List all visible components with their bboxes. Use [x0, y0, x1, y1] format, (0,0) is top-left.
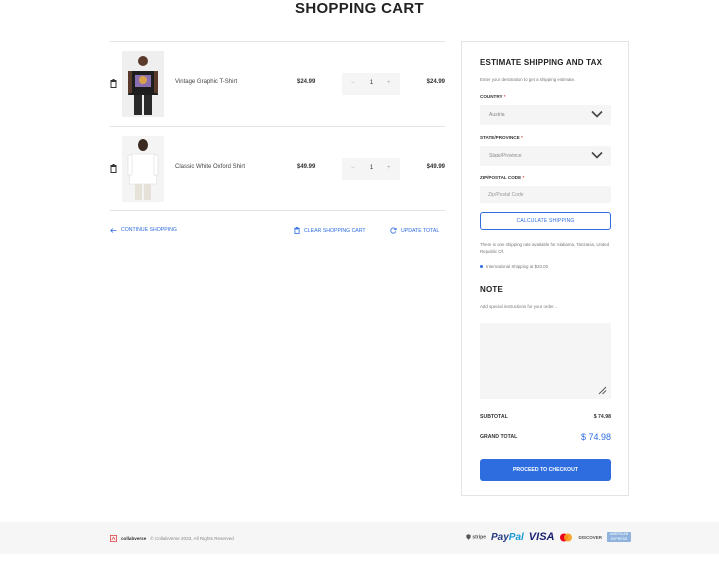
cart-table: Vintage Graphic T-Shirt $24.99 − 1 + $24… — [110, 41, 445, 211]
stripe-logo: stripe — [466, 534, 486, 540]
qty-value[interactable]: 1 — [369, 165, 374, 171]
continue-shopping-link[interactable]: CONTINUE SHOPPING — [110, 227, 177, 233]
grand-total-row: GRAND TOTAL $ 74.98 — [480, 432, 611, 442]
qty-minus-button[interactable]: − — [351, 80, 355, 86]
state-label: STATE/PROVINCE * — [480, 135, 523, 140]
quantity-stepper: − 1 + — [342, 73, 400, 95]
brand-name[interactable]: collabverse — [121, 536, 146, 541]
arrow-left-icon — [110, 227, 117, 233]
proceed-to-checkout-button[interactable]: PROCEED TO CHECKOUT — [480, 459, 611, 481]
country-value: Austria — [489, 112, 505, 118]
required-marker: * — [520, 135, 523, 140]
calculate-shipping-button[interactable]: CALCULATE SHIPPING — [480, 212, 611, 230]
qty-minus-button[interactable]: − — [351, 165, 355, 171]
subtotal-row: SUBTOTAL $ 74.98 — [480, 414, 611, 420]
page-title: SHOPPING CART — [295, 0, 424, 17]
qty-value[interactable]: 1 — [369, 80, 374, 86]
shipping-title: ESTIMATE SHIPPING AND TAX — [480, 58, 603, 67]
footer-brand: collabverse © CollabVerse 2023, All Righ… — [110, 535, 234, 542]
product-image[interactable] — [122, 136, 164, 202]
paypal-logo: PayPal — [490, 531, 524, 543]
refresh-icon — [390, 227, 397, 234]
update-total-button[interactable]: UPDATE TOTAL — [390, 227, 439, 234]
grand-total-value: $ 74.98 — [580, 432, 611, 442]
update-total-label: UPDATE TOTAL — [401, 227, 440, 234]
copyright-text: © CollabVerse 2023, All Rights Reserved — [150, 536, 234, 541]
product-price: $49.99 — [297, 164, 316, 170]
required-marker: * — [522, 175, 525, 180]
chevron-down-icon — [591, 151, 603, 159]
shipping-rate-item: International Shipping at $20.00 — [480, 264, 611, 269]
order-note-textarea[interactable] — [480, 323, 611, 399]
zip-input[interactable]: Zip/Postal Code — [480, 186, 611, 203]
line-total: $24.99 — [426, 79, 445, 85]
resize-grip-icon[interactable] — [598, 386, 607, 395]
required-marker: * — [503, 94, 506, 99]
shield-icon — [466, 534, 471, 540]
state-select[interactable]: State/Province — [480, 146, 611, 166]
product-price: $24.99 — [297, 79, 316, 85]
visa-logo: VISA — [528, 531, 555, 543]
order-summary-panel: ESTIMATE SHIPPING AND TAX Enter your des… — [461, 41, 629, 496]
subtotal-value: $ 74.98 — [593, 414, 611, 420]
trash-icon[interactable] — [110, 164, 117, 173]
clear-cart-label: CLEAR SHOPPING CART — [304, 227, 366, 234]
shipping-subtitle: Enter your destination to get a shipping… — [480, 77, 576, 82]
state-value: State/Province — [489, 153, 522, 159]
shipping-rate-note: There is one shipping rate available for… — [480, 242, 610, 254]
trash-icon[interactable] — [110, 79, 117, 88]
note-title: NOTE — [480, 285, 504, 294]
payment-methods: stripe PayPal VISA DISCOVER AMERICAN EXP… — [466, 531, 631, 543]
subtotal-label: SUBTOTAL — [480, 414, 508, 420]
qty-plus-button[interactable]: + — [387, 80, 391, 86]
qty-plus-button[interactable]: + — [387, 165, 391, 171]
cart-row: Classic White Oxford Shirt $49.99 − 1 + … — [110, 126, 445, 211]
chevron-down-icon — [591, 110, 603, 118]
product-name[interactable]: Vintage Graphic T-Shirt — [175, 79, 237, 85]
trash-icon — [294, 227, 300, 234]
product-name[interactable]: Classic White Oxford Shirt — [175, 164, 245, 170]
line-total: $49.99 — [426, 164, 445, 170]
continue-shopping-label: CONTINUE SHOPPING — [121, 227, 177, 233]
discover-logo: DISCOVER — [578, 534, 602, 540]
footer: collabverse © CollabVerse 2023, All Righ… — [0, 522, 719, 554]
bullet-icon — [480, 265, 483, 268]
product-image[interactable] — [122, 51, 164, 117]
note-subtitle: Add special instructions for your order.… — [480, 304, 558, 309]
amex-logo: AMERICAN EXPRESS — [607, 532, 631, 542]
country-select[interactable]: Austria — [480, 105, 611, 125]
shopping-cart-page: SHOPPING CART Vintage Graphic T-Shirt $2… — [0, 0, 719, 573]
mastercard-logo-icon — [560, 533, 573, 541]
zip-placeholder: Zip/Postal Code — [488, 192, 524, 198]
clear-cart-button[interactable]: CLEAR SHOPPING CART — [294, 227, 366, 234]
cart-row: Vintage Graphic T-Shirt $24.99 − 1 + $24… — [110, 41, 445, 126]
cart-actions: CONTINUE SHOPPING CLEAR SHOPPING CART UP… — [110, 227, 445, 237]
zip-label: ZIP/POSTAL CODE * — [480, 175, 525, 180]
quantity-stepper: − 1 + — [342, 158, 400, 180]
country-label: COUNTRY * — [480, 94, 506, 99]
grand-total-label: GRAND TOTAL — [480, 434, 518, 440]
collabverse-logo-icon — [110, 535, 117, 542]
